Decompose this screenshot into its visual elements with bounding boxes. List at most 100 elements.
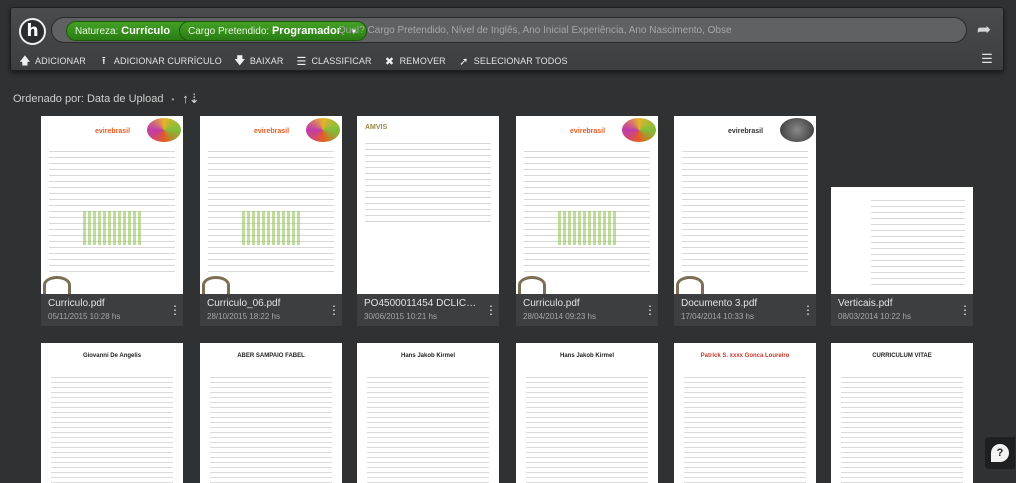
file-card[interactable]: evirebrasil Curriculo.pdf 05/11/2015 10:28… [41,116,183,326]
toolbar: 🡅 ADICIONAR ⭱ ADICIONAR CURRÍCULO 🡇 BAIX… [19,53,580,69]
filter-cargo-key: Cargo Pretendido: [188,26,270,37]
list-view-icon[interactable]: ☰ [979,52,995,66]
doc-text-lines [871,195,965,286]
file-card[interactable]: AMVIS PO4500011454 DCLICK -... 30/06/2015 … [357,116,499,326]
file-thumbnail[interactable]: Hans Jakob Kirmel [357,343,499,483]
file-thumbnail[interactable]: ABER SAMPAIO FABEL [200,343,342,483]
add-resume-button[interactable]: ⭱ ADICIONAR CURRÍCULO [98,52,222,71]
doc-title: ABER SAMPAIO FABEL [237,353,305,359]
download-button[interactable]: 🡇 BAIXAR [234,52,284,71]
doc-corner-ornament [676,276,704,294]
filter-natureza-value: Currículo [121,25,171,37]
file-card[interactable]: Hans Jakob Kirmel [357,343,499,483]
file-thumbnail[interactable] [831,187,973,294]
add-resume-button-label: ADICIONAR CURRÍCULO [113,56,222,66]
doc-title: Hans Jakob Kirmel [559,353,615,359]
doc-text-lines [367,373,489,483]
sort-separator: • [171,94,175,104]
file-thumbnail[interactable]: evirebrasil [674,116,816,294]
doc-title: Giovanni De Angelis [82,353,142,359]
doc-skill-blocks [83,211,143,245]
file-card[interactable]: evirebrasil Curriculo.pdf 28/04/2014 09:23… [516,116,658,326]
file-name[interactable]: PO4500011454 DCLICK -... [364,298,479,309]
sort-bar: Ordenado por: Data de Upload • ↑⇣ [13,91,200,107]
add-button-label: ADICIONAR [35,56,86,66]
file-thumbnail[interactable]: evirebrasil [200,116,342,294]
more-options-icon[interactable]: ⋮ [802,302,814,318]
doc-skill-blocks [242,211,302,245]
decorative-ornament [147,118,181,142]
file-name[interactable]: Documento 3.pdf [681,298,796,309]
file-thumbnail[interactable]: Hans Jakob Kirmel [516,343,658,483]
file-thumbnail[interactable]: Patrick S. xxxx Gonca Loureiro [674,343,816,483]
sort-label[interactable]: Ordenado por: Data de Upload [13,93,163,105]
doc-title: Patrick S. xxxx Gonca Loureiro [700,353,790,359]
share-icon[interactable]: ➦ [972,19,996,41]
doc-text-lines [684,373,806,483]
file-card[interactable]: CURRICULUM VITAE [831,343,973,483]
file-caption: Curriculo.pdf 05/11/2015 10:28 hs ⋮ [41,294,183,326]
download-button-label: BAIXAR [249,56,284,66]
file-name[interactable]: Curriculo.pdf [48,298,163,309]
search-input[interactable] [338,22,958,39]
help-icon: ? [991,444,1009,462]
more-options-icon[interactable]: ⋮ [169,302,181,318]
file-name[interactable]: Curriculo.pdf [523,298,638,309]
search-bar[interactable]: Natureza: Currículo ▼ Cargo Pretendido: … [51,17,967,43]
file-caption: Curriculo_06.pdf 28/10/2015 18:22 hs ⋮ [200,294,342,326]
doc-brand: evirebrasil [95,128,131,135]
file-thumbnail[interactable]: Giovanni De Angelis [41,343,183,483]
file-card[interactable]: Giovanni De Angelis [41,343,183,483]
more-options-icon[interactable]: ⋮ [959,302,971,318]
file-date: 28/10/2015 18:22 hs [207,312,280,321]
lines-icon: ☰ [296,55,307,68]
doc-text-lines [524,146,650,272]
sort-direction-icon[interactable]: ↑⇣ [182,91,199,107]
doc-text-lines [210,373,332,483]
file-thumbnail[interactable]: AMVIS [357,116,499,294]
doc-text-lines [208,146,334,272]
file-thumbnail[interactable]: CURRICULUM VITAE [831,343,973,483]
doc-brand: evirebrasil [728,128,764,135]
doc-text-lines [526,373,648,483]
arrow-down-icon: 🡇 [234,54,246,67]
more-options-icon[interactable]: ⋮ [644,302,656,318]
file-thumbnail[interactable]: evirebrasil [41,116,183,294]
doc-text-lines [365,138,491,224]
doc-brand: evirebrasil [570,128,606,135]
file-card[interactable]: ABER SAMPAIO FABEL [200,343,342,483]
file-card[interactable]: evirebrasil Curriculo_06.pdf 28/10/2015 18… [200,116,342,326]
file-card[interactable]: Hans Jakob Kirmel [516,343,658,483]
doc-brand: evirebrasil [254,128,290,135]
classify-button-label: CLASSIFICAR [311,56,372,66]
doc-title: Hans Jakob Kirmel [400,353,456,359]
file-caption: Documento 3.pdf 17/04/2014 10:33 hs ⋮ [674,294,816,326]
file-name[interactable]: Curriculo_06.pdf [207,298,322,309]
file-date: 28/04/2014 09:23 hs [523,312,596,321]
select-all-button[interactable]: ➚ SELECIONAR TODOS [458,55,568,68]
file-date: 17/04/2014 10:33 hs [681,312,754,321]
select-all-button-label: SELECIONAR TODOS [473,56,568,66]
doc-brand: AMVIS [365,124,388,131]
file-thumbnail[interactable]: evirebrasil [516,116,658,294]
arrow-up-icon: 🡅 [19,54,31,67]
file-date: 05/11/2015 10:28 hs [48,312,121,321]
decorative-ornament [780,118,814,142]
top-bar: h Natureza: Currículo ▼ Cargo Pretendido… [10,7,1004,71]
app-logo[interactable]: h [19,18,46,45]
doc-title: CURRICULUM VITAE [872,353,932,359]
file-card[interactable]: Patrick S. xxxx Gonca Loureiro [674,343,816,483]
file-card[interactable]: Verticais.pdf 08/03/2014 10:22 hs ⋮ [831,187,973,326]
file-date: 08/03/2014 10:22 hs [838,312,911,321]
more-options-icon[interactable]: ⋮ [328,302,340,318]
file-caption: PO4500011454 DCLICK -... 30/06/2015 10:21… [357,294,499,326]
remove-button[interactable]: ✖ REMOVER [384,55,446,68]
file-name[interactable]: Verticais.pdf [838,298,953,309]
file-card[interactable]: evirebrasil Documento 3.pdf 17/04/2014 10:… [674,116,816,326]
more-options-icon[interactable]: ⋮ [485,302,497,318]
close-icon: ✖ [384,55,395,68]
help-button[interactable]: ? [985,437,1015,469]
filter-natureza-chip[interactable]: Natureza: Currículo ▼ [66,21,196,41]
add-button[interactable]: 🡅 ADICIONAR [19,52,86,71]
classify-button[interactable]: ☰ CLASSIFICAR [295,55,371,68]
